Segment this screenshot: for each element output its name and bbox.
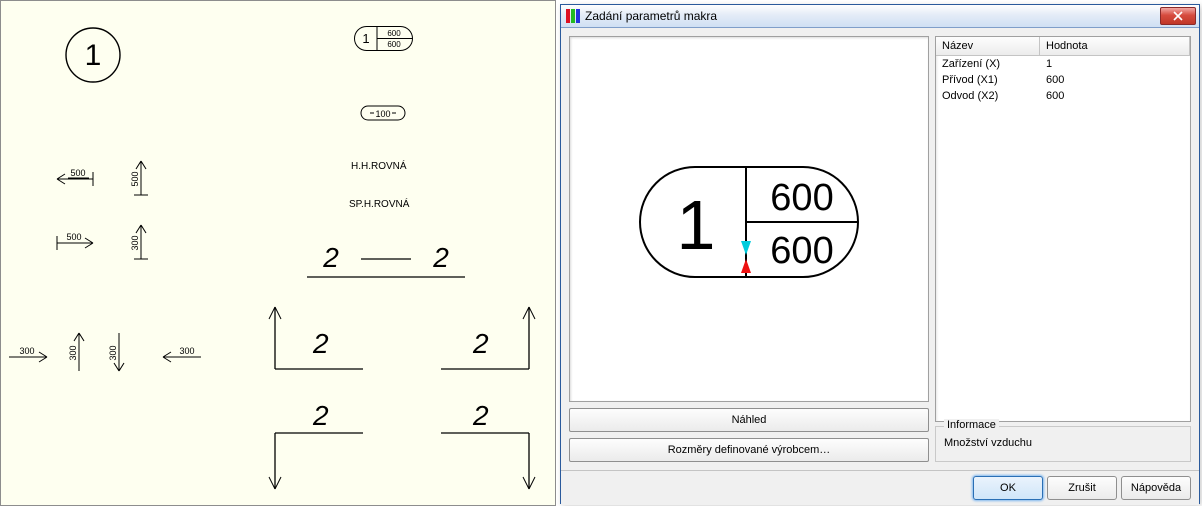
preview-canvas: 1 600 600 bbox=[569, 36, 929, 402]
svg-text:300: 300 bbox=[108, 345, 118, 360]
macro-parameters-dialog: Zadání parametrů makra 1 600 600 bbox=[560, 4, 1200, 504]
param-value[interactable]: 600 bbox=[1040, 72, 1190, 88]
param-value[interactable]: 1 bbox=[1040, 56, 1190, 72]
dialog-title: Zadání parametrů makra bbox=[585, 9, 717, 23]
app-icon bbox=[565, 8, 581, 24]
arrow-500-right: 500 bbox=[47, 229, 103, 257]
svg-text:2: 2 bbox=[312, 400, 329, 431]
manufacturer-dimensions-button[interactable]: Rozměry definované výrobcem… bbox=[569, 438, 929, 462]
svg-text:2: 2 bbox=[322, 242, 339, 273]
svg-text:600: 600 bbox=[387, 40, 401, 49]
arrow-500-left: 500 bbox=[47, 165, 103, 193]
svg-text:600: 600 bbox=[387, 29, 401, 38]
svg-text:300: 300 bbox=[19, 346, 34, 356]
grid-header-value[interactable]: Hodnota bbox=[1040, 37, 1190, 55]
svg-text:2: 2 bbox=[432, 242, 449, 273]
svg-text:300: 300 bbox=[68, 345, 78, 360]
svg-text:500: 500 bbox=[66, 232, 81, 242]
ok-button[interactable]: OK bbox=[973, 476, 1043, 500]
arrow-500-up: 500 bbox=[127, 155, 155, 201]
arrow-300-vert-b: 300 bbox=[103, 327, 127, 377]
section-arrow-up-right: 2 bbox=[431, 297, 541, 377]
section-2-2: 2 2 bbox=[301, 237, 471, 287]
preview-bottom-value: 600 bbox=[770, 230, 833, 272]
param-value[interactable]: 600 bbox=[1040, 88, 1190, 104]
preview-button[interactable]: Náhled bbox=[569, 408, 929, 432]
dialog-titlebar[interactable]: Zadání parametrů makra bbox=[561, 5, 1199, 28]
svg-text:2: 2 bbox=[312, 328, 329, 359]
param-name: Odvod (X2) bbox=[936, 88, 1040, 104]
info-groupbox: Informace Množství vzduchu bbox=[935, 426, 1191, 462]
arrow-300-up-b: 300 bbox=[127, 219, 155, 265]
grid-row[interactable]: Zařízení (X) 1 bbox=[936, 56, 1190, 72]
svg-text:100: 100 bbox=[375, 109, 390, 119]
cad-palette: 1 1 600 600 100 H.H.ROVNÁ SP.H.ROVNÁ 500… bbox=[0, 0, 556, 506]
grid-row[interactable]: Přívod (X1) 600 bbox=[936, 72, 1190, 88]
symbol-pill-1-600-600: 1 600 600 bbox=[353, 25, 415, 55]
close-icon bbox=[1172, 11, 1184, 21]
svg-text:2: 2 bbox=[472, 400, 489, 431]
label-hh-rovna: H.H.ROVNÁ bbox=[351, 161, 407, 172]
info-legend: Informace bbox=[944, 419, 999, 431]
grid-header-name[interactable]: Název bbox=[936, 37, 1040, 55]
close-button[interactable] bbox=[1160, 7, 1196, 25]
param-name: Zařízení (X) bbox=[936, 56, 1040, 72]
section-arrow-down-left: 2 bbox=[263, 399, 373, 495]
label-sp-rovna: SP.H.ROVNÁ bbox=[349, 199, 409, 210]
cancel-button[interactable]: Zrušit bbox=[1047, 476, 1117, 500]
help-button[interactable]: Nápověda bbox=[1121, 476, 1191, 500]
symbol-pill-100: 100 bbox=[360, 105, 406, 123]
svg-text:300: 300 bbox=[179, 346, 194, 356]
section-arrow-down-right: 2 bbox=[431, 399, 541, 495]
symbol-circle-1: 1 bbox=[63, 25, 123, 85]
param-name: Přívod (X1) bbox=[936, 72, 1040, 88]
grid-row[interactable]: Odvod (X2) 600 bbox=[936, 88, 1190, 104]
preview-top-value: 600 bbox=[770, 177, 833, 219]
dialog-footer: OK Zrušit Nápověda bbox=[561, 470, 1199, 505]
svg-text:500: 500 bbox=[130, 171, 140, 186]
section-arrow-up-left: 2 bbox=[263, 297, 373, 377]
parameters-grid[interactable]: Název Hodnota Zařízení (X) 1 Přívod (X1)… bbox=[935, 36, 1191, 422]
grid-header: Název Hodnota bbox=[936, 37, 1190, 56]
circle-1-text: 1 bbox=[85, 39, 102, 72]
svg-text:1: 1 bbox=[362, 31, 369, 46]
arrow-300-left: 300 bbox=[155, 341, 205, 365]
preview-device-number: 1 bbox=[677, 186, 716, 264]
arrow-300-right: 300 bbox=[5, 341, 55, 365]
svg-text:2: 2 bbox=[472, 328, 489, 359]
svg-text:500: 500 bbox=[70, 168, 85, 178]
arrow-300-vert-a: 300 bbox=[63, 327, 87, 377]
svg-text:300: 300 bbox=[130, 235, 140, 250]
info-text: Množství vzduchu bbox=[944, 437, 1182, 449]
